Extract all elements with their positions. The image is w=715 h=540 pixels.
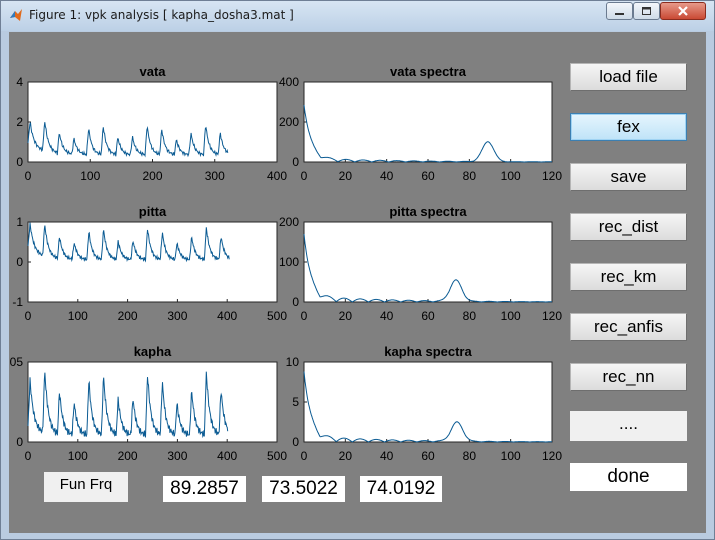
x-tick-label: 200 <box>118 309 138 323</box>
y-tick-label: -1 <box>12 295 23 309</box>
x-tick-label: 100 <box>501 309 521 323</box>
x-tick-label: 0 <box>301 169 308 183</box>
x-tick-label: 40 <box>380 449 394 463</box>
x-tick-label: 40 <box>380 169 394 183</box>
x-tick-label: 100 <box>68 449 88 463</box>
x-tick-label: 60 <box>421 309 435 323</box>
window-title: Figure 1: vpk analysis [ kapha_dosha3.ma… <box>29 8 294 22</box>
y-tick-label: 0 <box>16 155 23 169</box>
rec-dist-button[interactable]: rec_dist <box>570 213 687 241</box>
x-tick-label: 0 <box>301 309 308 323</box>
x-tick-label: 500 <box>267 309 287 323</box>
x-tick-label: 200 <box>118 449 138 463</box>
x-tick-label: 400 <box>217 449 237 463</box>
x-tick-label: 0 <box>25 449 32 463</box>
close-button[interactable] <box>660 2 706 20</box>
x-tick-label: 20 <box>339 449 353 463</box>
x-tick-label: 500 <box>267 449 287 463</box>
axes-box <box>303 81 553 163</box>
close-icon <box>678 6 688 16</box>
y-tick-label: 100 <box>279 255 299 269</box>
x-tick-label: 60 <box>421 169 435 183</box>
x-tick-label: 200 <box>142 169 162 183</box>
axes-5: kapha spectra 0 20 40 60 80 100 120 0 5 10 <box>286 344 563 463</box>
minimize-icon <box>615 13 624 15</box>
rec-anfis-button[interactable]: rec_anfis <box>570 313 687 341</box>
y-tick-label: 0 <box>292 155 299 169</box>
axes-box <box>303 221 553 303</box>
y-tick-label: 5 <box>292 395 299 409</box>
axes-1: vata spectra 0 20 40 60 80 100 120 0 200 400 <box>279 64 562 183</box>
fun-frq-label: Fun Frq <box>44 472 128 502</box>
x-tick-label: 80 <box>463 449 477 463</box>
x-tick-label: 120 <box>542 449 562 463</box>
plot-title: vata <box>139 64 166 79</box>
maximize-icon <box>642 7 651 15</box>
x-tick-label: 400 <box>217 309 237 323</box>
axes-2: pitta0 100 200 300 400 500-101 <box>12 204 287 323</box>
y-tick-label: 0 <box>292 295 299 309</box>
save-button[interactable]: save <box>570 163 687 191</box>
plot-title: pitta spectra <box>389 204 467 219</box>
plot-title: kapha spectra <box>384 344 472 359</box>
x-tick-label: 100 <box>68 309 88 323</box>
x-tick-label: 20 <box>339 309 353 323</box>
y-tick-label: 2 <box>16 115 23 129</box>
plot-title: kapha <box>134 344 172 359</box>
x-tick-label: 80 <box>463 309 477 323</box>
title-bar[interactable]: Figure 1: vpk analysis [ kapha_dosha3.ma… <box>1 1 714 31</box>
more-button[interactable]: .... <box>570 411 687 441</box>
x-tick-label: 40 <box>380 309 394 323</box>
fun-frq-value-pitta: 73.5022 <box>262 476 345 502</box>
x-tick-label: 100 <box>501 449 521 463</box>
axes-4: kapha 0 100 200 300 400 500 0 05 <box>10 344 288 463</box>
fex-button[interactable]: fex <box>570 113 687 141</box>
y-tick-label: 10 <box>286 355 300 369</box>
y-tick-label: 05 <box>10 355 24 369</box>
x-tick-label: 0 <box>25 169 32 183</box>
figure-canvas: vata 0 100 200 300 400 0 2 4 vata spectra 0 20 40 60 8… <box>9 32 706 533</box>
x-tick-label: 120 <box>542 169 562 183</box>
x-tick-label: 300 <box>205 169 225 183</box>
matlab-icon <box>10 9 22 21</box>
axes-0: vata 0 100 200 300 400 0 2 4 <box>16 64 287 183</box>
maximize-button[interactable] <box>633 2 660 20</box>
x-tick-label: 300 <box>167 309 187 323</box>
fun-frq-value-kapha: 74.0192 <box>360 476 442 502</box>
x-tick-label: 0 <box>25 309 32 323</box>
axes-box <box>27 361 278 443</box>
load-file-button[interactable]: load file <box>570 63 687 91</box>
y-tick-label: 0 <box>16 435 23 449</box>
axes-box <box>303 361 553 443</box>
y-tick-label: 0 <box>16 255 23 269</box>
y-tick-label: 4 <box>16 75 23 89</box>
minimize-button[interactable] <box>606 2 633 20</box>
x-tick-label: 20 <box>339 169 353 183</box>
figure-window: Figure 1: vpk analysis [ kapha_dosha3.ma… <box>0 0 715 540</box>
done-button[interactable]: done <box>570 463 687 491</box>
axes-box <box>27 221 278 303</box>
y-tick-label: 0 <box>292 435 299 449</box>
x-tick-label: 80 <box>463 169 477 183</box>
plot-title: pitta <box>139 204 167 219</box>
x-tick-label: 0 <box>301 449 308 463</box>
y-tick-label: 200 <box>279 215 299 229</box>
fun-frq-value-vata: 89.2857 <box>163 476 246 502</box>
x-tick-label: 120 <box>542 309 562 323</box>
rec-km-button[interactable]: rec_km <box>570 263 687 291</box>
y-tick-label: 400 <box>279 75 299 89</box>
rec-nn-button[interactable]: rec_nn <box>570 363 687 391</box>
y-tick-label: 1 <box>16 215 23 229</box>
x-tick-label: 60 <box>421 449 435 463</box>
x-tick-label: 100 <box>80 169 100 183</box>
x-tick-label: 300 <box>167 449 187 463</box>
axes-3: pitta spectra 0 20 40 60 80 100 120 0 100 200 <box>279 204 562 323</box>
x-tick-label: 400 <box>267 169 287 183</box>
y-tick-label: 200 <box>279 115 299 129</box>
x-tick-label: 100 <box>501 169 521 183</box>
plot-title: vata spectra <box>390 64 467 79</box>
